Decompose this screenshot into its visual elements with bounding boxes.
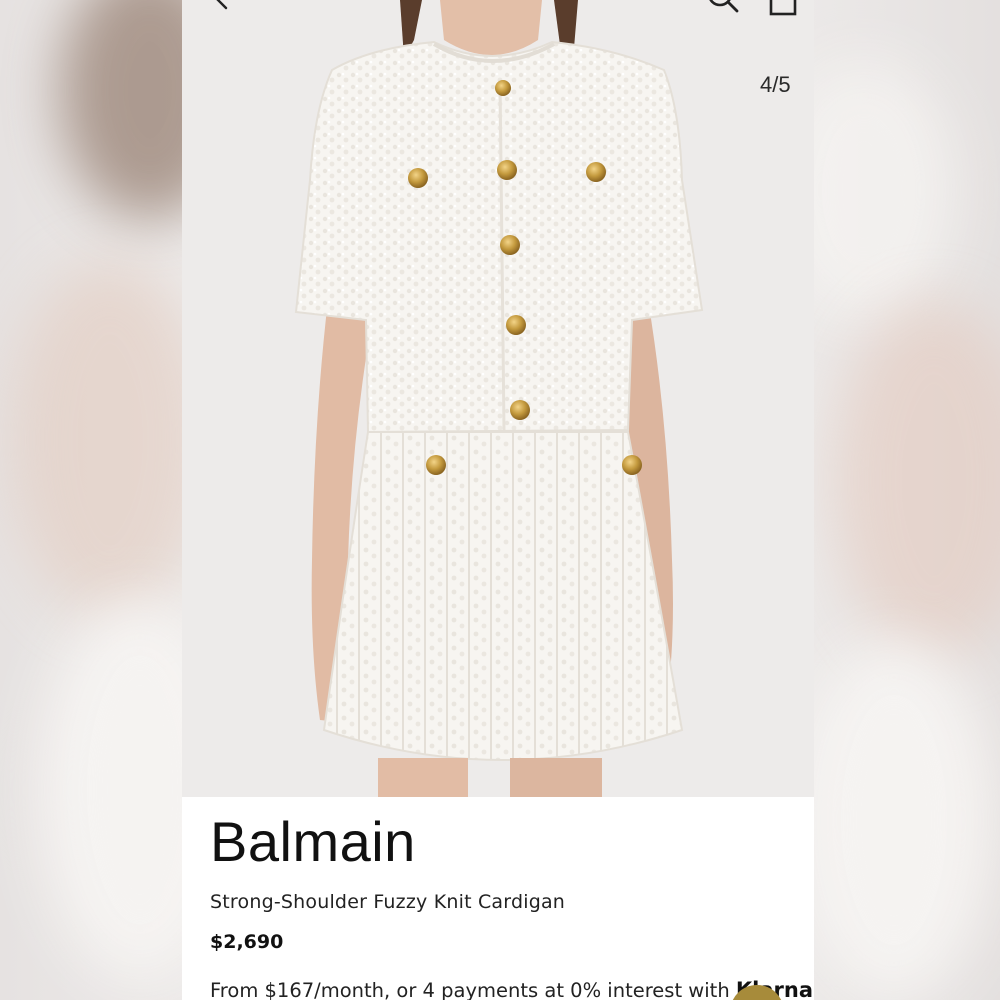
product-info: Balmain Strong-Shoulder Fuzzy Knit Cardi…: [182, 797, 814, 1000]
brand-name[interactable]: Balmain: [210, 809, 416, 874]
product-image[interactable]: 4/5: [182, 0, 814, 797]
installments-info: From $167/month, or 4 payments at 0% int…: [210, 978, 814, 1000]
installments-text: From $167/month, or 4 payments at 0% int…: [210, 979, 736, 1000]
chevron-left-icon[interactable]: [210, 0, 234, 10]
product-price: $2,690: [210, 931, 284, 953]
shopping-bag-icon[interactable]: [768, 0, 798, 16]
search-icon[interactable]: [706, 0, 740, 14]
screenshot-canvas: 4/5 Balmain Strong-Shoulder Fuzzy Knit C…: [0, 0, 1000, 1000]
product-name: Strong-Shoulder Fuzzy Knit Cardigan: [210, 891, 566, 913]
image-counter: 4/5: [760, 72, 791, 97]
product-page: 4/5 Balmain Strong-Shoulder Fuzzy Knit C…: [182, 0, 814, 1000]
blurred-background-left: [0, 0, 182, 1000]
top-navigation: [182, 0, 814, 20]
blurred-background-right: [814, 0, 1000, 1000]
product-photo-illustration: [294, 0, 704, 797]
